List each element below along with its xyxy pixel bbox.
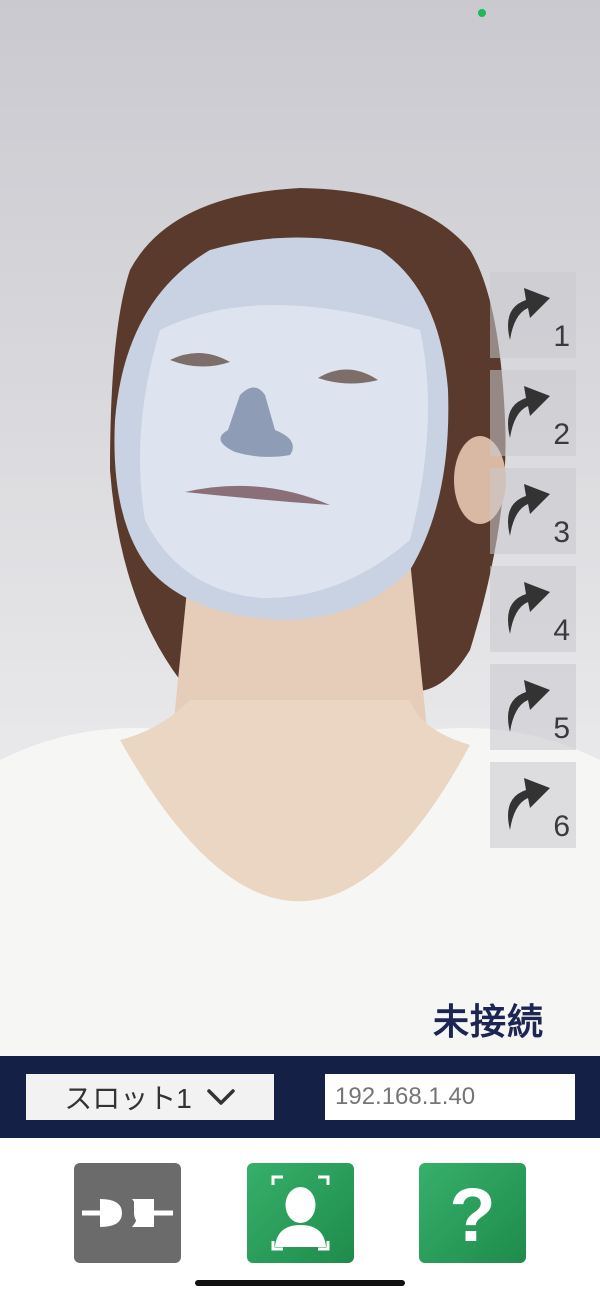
- shortcut-number: 2: [553, 418, 570, 451]
- curved-arrow-icon: [508, 386, 550, 438]
- chevron-down-icon: [207, 1089, 235, 1105]
- shortcut-button-3[interactable]: 3: [490, 468, 576, 554]
- slot-select-label: スロット1: [64, 1083, 192, 1114]
- plug-icon: [82, 1199, 173, 1227]
- shortcut-number: 1: [553, 320, 570, 353]
- connection-status: 未接続: [432, 1002, 544, 1043]
- curved-arrow-icon: [508, 582, 550, 634]
- curved-arrow-icon: [508, 778, 550, 830]
- ip-address-input[interactable]: [325, 1074, 575, 1120]
- slot-select[interactable]: スロット1: [26, 1074, 274, 1120]
- curved-arrow-icon: [508, 288, 550, 340]
- face-scan-icon: [271, 1175, 330, 1251]
- shortcut-number: 3: [553, 516, 570, 549]
- home-indicator[interactable]: [195, 1280, 405, 1286]
- curved-arrow-icon: [508, 484, 550, 536]
- shortcut-button-1[interactable]: 1: [490, 272, 576, 358]
- question-symbol: ?: [449, 1173, 495, 1258]
- shortcut-list: 1 2 3 4 5 6: [490, 272, 576, 860]
- control-bar: スロット1: [0, 1056, 600, 1138]
- connect-button[interactable]: [74, 1163, 181, 1263]
- status-dot: [478, 9, 486, 17]
- curved-arrow-icon: [508, 680, 550, 732]
- shortcut-button-5[interactable]: 5: [490, 664, 576, 750]
- face-scan-button[interactable]: [247, 1163, 354, 1263]
- camera-view: 1 2 3 4 5 6 未接続: [0, 0, 600, 1056]
- shortcut-number: 5: [553, 712, 570, 745]
- action-bar: ?: [0, 1138, 600, 1299]
- shortcut-button-2[interactable]: 2: [490, 370, 576, 456]
- help-button[interactable]: ?: [419, 1163, 526, 1263]
- shortcut-number: 4: [553, 614, 570, 647]
- shortcut-button-4[interactable]: 4: [490, 566, 576, 652]
- shortcut-button-6[interactable]: 6: [490, 762, 576, 848]
- question-icon: ?: [449, 1173, 495, 1258]
- shortcut-number: 6: [553, 810, 570, 843]
